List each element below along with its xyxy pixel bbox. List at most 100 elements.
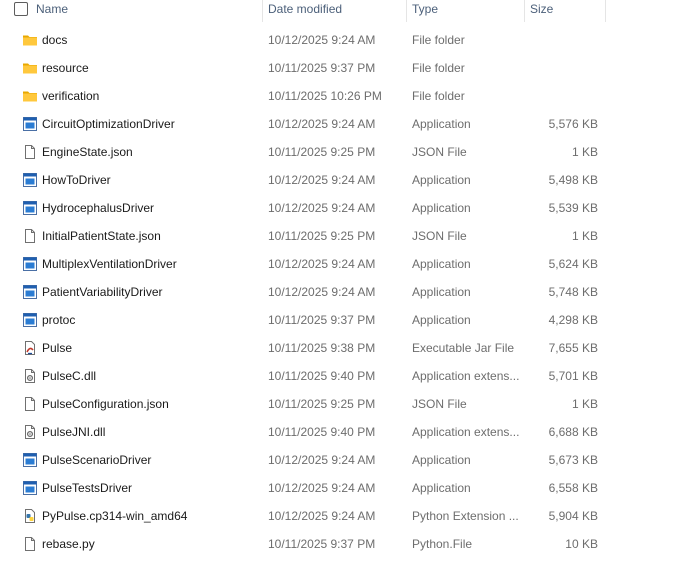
file-date-modified: 10/12/2025 9:24 AM [268, 257, 376, 271]
file-date-modified: 10/12/2025 9:24 AM [268, 453, 376, 467]
application-icon [22, 256, 38, 272]
file-size: 10 KB [565, 537, 598, 551]
file-type: File folder [412, 33, 465, 47]
file-list: docs 10/12/2025 9:24 AM File folder resourc… [0, 26, 680, 558]
file-row[interactable]: CircuitOptimizationDriver 10/12/2025 9:24… [0, 110, 606, 138]
file-type: File folder [412, 89, 465, 103]
file-type: Application [412, 285, 471, 299]
file-icon [22, 536, 38, 552]
file-type: Application [412, 453, 471, 467]
file-row[interactable]: verification 10/11/2025 10:26 PM File fold… [0, 82, 606, 110]
file-size: 5,904 KB [548, 509, 598, 523]
jar-icon [22, 340, 38, 356]
file-type: Application [412, 313, 471, 327]
python-icon [22, 508, 38, 524]
column-header-date[interactable]: Date modified [262, 0, 406, 22]
file-type: JSON File [412, 229, 467, 243]
file-size: 6,558 KB [548, 481, 598, 495]
file-row[interactable]: rebase.py 10/11/2025 9:37 PM Python.File 10… [0, 530, 606, 558]
file-date-modified: 10/11/2025 9:37 PM [268, 537, 376, 551]
file-name: PulseConfiguration.json [42, 397, 169, 411]
application-icon [22, 116, 38, 132]
file-row[interactable]: InitialPatientState.json 10/11/2025 9:25 … [0, 222, 606, 250]
file-row[interactable]: HowToDriver 10/12/2025 9:24 AM Application… [0, 166, 606, 194]
file-size: 1 KB [571, 145, 598, 159]
file-date-modified: 10/11/2025 9:37 PM [268, 61, 376, 75]
file-type: Application [412, 173, 471, 187]
file-row[interactable]: EngineState.json 10/11/2025 9:25 PM JSON F… [0, 138, 606, 166]
column-header-date-label: Date modified [268, 2, 343, 16]
file-type: JSON File [412, 397, 467, 411]
file-date-modified: 10/11/2025 9:37 PM [268, 313, 376, 327]
file-row[interactable]: docs 10/12/2025 9:24 AM File folder [0, 26, 606, 54]
file-row[interactable]: PatientVariabilityDriver 10/12/2025 9:24 … [0, 278, 606, 306]
application-icon [22, 200, 38, 216]
file-size [526, 82, 598, 110]
file-name: HowToDriver [42, 173, 111, 187]
file-size [526, 26, 598, 54]
file-row[interactable]: PulseC.dll 10/11/2025 9:40 PM Application … [0, 362, 606, 390]
file-date-modified: 10/12/2025 9:24 AM [268, 173, 376, 187]
dll-icon [22, 368, 38, 384]
file-name: PulseTestsDriver [42, 481, 133, 495]
file-row[interactable]: protoc 10/11/2025 9:37 PM Application 4,298… [0, 306, 606, 334]
file-date-modified: 10/12/2025 9:24 AM [268, 509, 376, 523]
column-header-row: Name Date modified Type Size [0, 0, 680, 24]
file-icon [22, 144, 38, 160]
column-header-name-label: Name [36, 2, 69, 16]
file-size: 1 KB [571, 397, 598, 411]
file-size: 5,701 KB [548, 369, 598, 383]
file-row[interactable]: PulseConfiguration.json 10/11/2025 9:25 P… [0, 390, 606, 418]
column-header-name[interactable]: Name [30, 0, 262, 22]
file-size: 5,498 KB [548, 173, 598, 187]
file-date-modified: 10/11/2025 9:25 PM [268, 229, 376, 243]
file-size: 1 KB [571, 229, 598, 243]
file-name: HydrocephalusDriver [42, 201, 155, 215]
file-name: PulseC.dll [42, 369, 97, 383]
dll-icon [22, 424, 38, 440]
file-row[interactable]: MultiplexVentilationDriver 10/12/2025 9:2… [0, 250, 606, 278]
file-type: Python Extension ... [412, 509, 519, 523]
file-row[interactable]: PulseJNI.dll 10/11/2025 9:40 PM Applicatio… [0, 418, 606, 446]
file-name: PulseJNI.dll [42, 425, 106, 439]
file-icon [22, 396, 38, 412]
select-all-checkbox[interactable] [14, 2, 28, 16]
file-row[interactable]: HydrocephalusDriver 10/12/2025 9:24 AM App… [0, 194, 606, 222]
file-date-modified: 10/12/2025 9:24 AM [268, 33, 376, 47]
file-row[interactable]: PulseScenarioDriver 10/12/2025 9:24 AM App… [0, 446, 606, 474]
file-date-modified: 10/12/2025 9:24 AM [268, 201, 376, 215]
file-date-modified: 10/11/2025 9:38 PM [268, 341, 376, 355]
file-type: Python.File [412, 537, 473, 551]
file-name: resource [42, 61, 89, 75]
file-size: 7,655 KB [548, 341, 598, 355]
file-date-modified: 10/12/2025 9:24 AM [268, 285, 376, 299]
folder-icon [22, 32, 38, 48]
file-name: PyPulse.cp314-win_amd64 [42, 509, 188, 523]
file-type: Application [412, 117, 471, 131]
file-size: 5,748 KB [548, 285, 598, 299]
file-row[interactable]: resource 10/11/2025 9:37 PM File folder [0, 54, 606, 82]
folder-icon [22, 88, 38, 104]
file-size: 6,688 KB [548, 425, 598, 439]
file-name: protoc [42, 313, 76, 327]
file-name: EngineState.json [42, 145, 133, 159]
file-size: 5,673 KB [548, 453, 598, 467]
file-date-modified: 10/11/2025 9:40 PM [268, 425, 376, 439]
file-type: Application [412, 481, 471, 495]
file-type: Executable Jar File [412, 341, 515, 355]
file-size: 5,539 KB [548, 201, 598, 215]
file-name: CircuitOptimizationDriver [42, 117, 175, 131]
file-date-modified: 10/12/2025 9:24 AM [268, 481, 376, 495]
column-header-type[interactable]: Type [406, 0, 524, 22]
file-row[interactable]: PulseTestsDriver 10/12/2025 9:24 AM Applic… [0, 474, 606, 502]
file-row[interactable]: Pulse 10/11/2025 9:38 PM Executable Jar Fi… [0, 334, 606, 362]
file-name: PulseScenarioDriver [42, 453, 152, 467]
file-type: Application extens... [412, 369, 520, 383]
folder-icon [22, 60, 38, 76]
file-name: rebase.py [42, 537, 95, 551]
file-date-modified: 10/11/2025 9:25 PM [268, 145, 376, 159]
file-size: 5,576 KB [548, 117, 598, 131]
column-divider[interactable] [605, 0, 606, 22]
column-header-size[interactable]: Size [524, 0, 606, 22]
file-row[interactable]: PyPulse.cp314-win_amd64 10/12/2025 9:24 A… [0, 502, 606, 530]
